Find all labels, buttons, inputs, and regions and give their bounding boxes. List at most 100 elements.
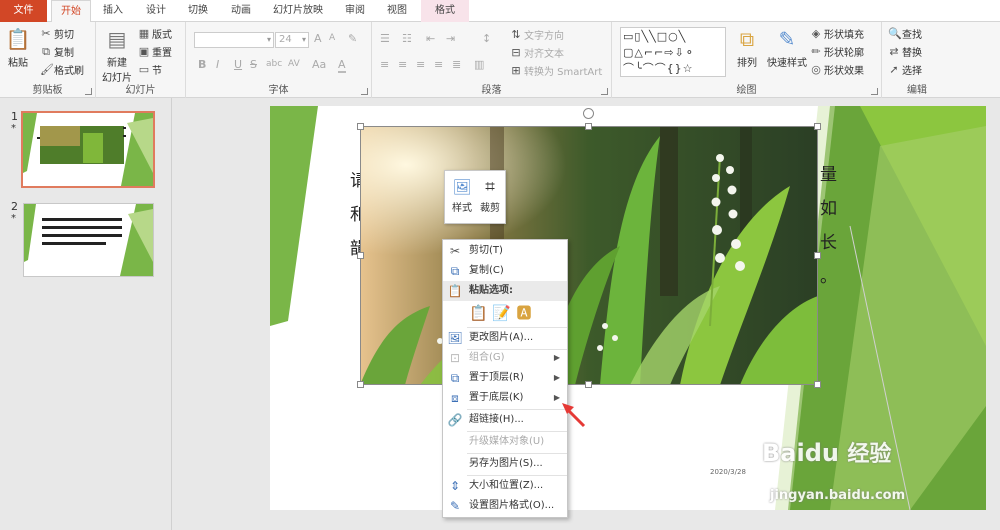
replace-icon: ⇄ <box>889 44 899 58</box>
font-name-combo[interactable]: ▾ <box>194 32 274 48</box>
align-center-icon[interactable]: ≡ <box>398 58 407 71</box>
cut-button[interactable]: ✂ 剪切 <box>40 26 74 41</box>
strikethrough-button[interactable]: S <box>250 58 257 71</box>
distribute-icon[interactable]: ≣ <box>452 58 461 71</box>
find-button[interactable]: 🔍 查找 <box>888 26 922 41</box>
bold-button[interactable]: B <box>198 58 206 71</box>
menu-format-picture[interactable]: ✎ 设置图片格式(O)... <box>443 496 567 516</box>
paste-keep-source-icon[interactable]: 📋 <box>469 303 488 323</box>
tab-design[interactable]: 设计 <box>136 0 176 22</box>
font-launcher[interactable] <box>361 88 368 95</box>
slide-date: 2020/3/28 <box>710 468 746 476</box>
menu-cut[interactable]: ✂ 剪切(T) <box>443 241 567 261</box>
menu-size-position[interactable]: ⇕ 大小和位置(Z)... <box>443 476 567 496</box>
italic-button[interactable]: I <box>216 58 219 71</box>
shrink-font-button[interactable]: A <box>329 33 335 43</box>
shapes-gallery[interactable]: ▭▯╲╲□○╲ ▢△⌐⌐⇨⇩⚬ ⌒╰⌒⌒{}☆ <box>620 27 726 77</box>
reset-button[interactable]: ▣ 重置 <box>138 44 172 59</box>
text-direction-button[interactable]: ⇅ 文字方向 <box>510 27 564 42</box>
bullets-icon[interactable]: ☰ <box>380 32 390 45</box>
tab-home[interactable]: 开始 <box>51 0 91 23</box>
slide-thumbnail-2[interactable] <box>23 203 154 277</box>
grow-font-button[interactable]: A <box>314 32 322 45</box>
font-color-button[interactable]: A <box>338 58 346 73</box>
resize-handle-s[interactable] <box>585 381 592 388</box>
chevron-down-icon: ▾ <box>301 35 306 44</box>
tab-review[interactable]: 审阅 <box>335 0 375 22</box>
menu-group[interactable]: ⊡ 组合(G) ▶ <box>443 348 567 368</box>
menu-send-to-back[interactable]: ⧈ 置于底层(K) ▶ <box>443 388 567 408</box>
smartart-icon: ⊞ <box>511 63 521 77</box>
resize-handle-nw[interactable] <box>357 123 364 130</box>
rotate-handle[interactable] <box>583 108 594 119</box>
paragraph-launcher[interactable] <box>601 88 608 95</box>
clipboard-launcher[interactable] <box>85 88 92 95</box>
paste-button[interactable]: 📋 粘贴 <box>3 26 33 69</box>
tab-file[interactable]: 文件 <box>0 0 47 22</box>
arrange-button[interactable]: ⧉ 排列 <box>732 26 762 69</box>
pen-icon: ✏ <box>811 44 821 58</box>
menu-change-picture[interactable]: 🖼 更改图片(A)... <box>443 328 567 348</box>
decrease-indent-icon[interactable]: ⇤ <box>426 32 435 45</box>
mini-crop-button[interactable]: ⌗ 裁剪 <box>476 175 504 214</box>
char-spacing-button[interactable]: AV <box>288 59 300 69</box>
shape-effects-button[interactable]: ◎ 形状效果 <box>810 62 864 77</box>
numbering-icon[interactable]: ☷ <box>402 32 412 45</box>
replace-button[interactable]: ⇄ 替换 <box>888 44 922 59</box>
shadow-button[interactable]: abc <box>266 59 282 69</box>
justify-icon[interactable]: ≡ <box>434 58 443 71</box>
drawing-launcher[interactable] <box>871 88 878 95</box>
align-text-button[interactable]: ⊟ 对齐文本 <box>510 45 564 60</box>
slide-thumbnail-1[interactable] <box>21 111 155 188</box>
shape-outline-button[interactable]: ✏ 形状轮廓 <box>810 44 864 59</box>
picture-style-icon: 🖼 <box>452 178 472 196</box>
increase-indent-icon[interactable]: ⇥ <box>446 32 455 45</box>
tab-view[interactable]: 视图 <box>377 0 417 22</box>
align-left-icon[interactable]: ≡ <box>380 58 389 71</box>
slide-2-preview <box>24 204 153 276</box>
resize-handle-sw[interactable] <box>357 381 364 388</box>
new-slide-button[interactable]: ▤ 新建 幻灯片 <box>100 26 134 84</box>
section-icon: ▭ <box>138 62 150 76</box>
layout-button[interactable]: ▦ 版式 <box>138 26 172 41</box>
paste-text-only-icon[interactable]: 🅰 <box>515 303 533 323</box>
search-icon: 🔍 <box>888 26 902 40</box>
change-case-button[interactable]: Aa <box>312 58 326 71</box>
slide-thumbnails-pane: 1 * 2 * <box>0 98 172 530</box>
tab-transitions[interactable]: 切换 <box>178 0 218 22</box>
clear-format-icon[interactable]: ✎ <box>348 32 357 45</box>
quick-styles-button[interactable]: ✎ 快速样式 <box>764 26 810 69</box>
menu-copy[interactable]: ⧉ 复制(C) <box>443 261 567 281</box>
mini-style-button[interactable]: 🖼 样式 <box>448 175 476 214</box>
size-position-icon: ⇕ <box>449 479 461 493</box>
select-button[interactable]: ➚ 选择 <box>888 62 922 77</box>
copy-button[interactable]: ⧉ 复制 <box>40 44 74 59</box>
resize-handle-e[interactable] <box>814 252 821 259</box>
group-icon: ⊡ <box>449 351 461 365</box>
line-spacing-icon[interactable]: ↕ <box>482 32 491 45</box>
tab-format[interactable]: 格式 <box>421 0 469 22</box>
menu-upgrade-media[interactable]: 升级媒体对象(U) <box>443 432 567 452</box>
font-size-combo[interactable]: 24 ▾ <box>275 32 309 48</box>
menu-save-as-picture[interactable]: 另存为图片(S)... <box>443 454 567 474</box>
tab-insert[interactable]: 插入 <box>93 0 133 22</box>
resize-handle-se[interactable] <box>814 381 821 388</box>
tab-animations[interactable]: 动画 <box>221 0 261 22</box>
menu-bring-front-label: 置于顶层(R) <box>469 372 524 383</box>
underline-button[interactable]: U <box>234 58 242 71</box>
resize-handle-w[interactable] <box>357 252 364 259</box>
format-painter-button[interactable]: 🖌 格式刷 <box>40 62 84 77</box>
group-font: ▾ 24 ▾ A A ✎ B I U S abc AV Aa A 字体 <box>186 22 372 98</box>
resize-handle-ne[interactable] <box>814 123 821 130</box>
menu-bring-to-front[interactable]: ⧉ 置于顶层(R) ▶ <box>443 368 567 388</box>
paste-picture-icon[interactable]: 📝 <box>492 303 511 323</box>
section-button[interactable]: ▭ 节 <box>138 62 162 77</box>
tab-slideshow[interactable]: 幻灯片放映 <box>264 0 332 22</box>
link-icon: 🔗 <box>447 413 463 427</box>
align-right-icon[interactable]: ≡ <box>416 58 425 71</box>
smartart-button[interactable]: ⊞ 转换为 SmartArt <box>510 63 602 78</box>
columns-icon[interactable]: ▥ <box>474 58 484 71</box>
shape-fill-button[interactable]: ◈ 形状填充 <box>810 26 864 41</box>
menu-hyperlink[interactable]: 🔗 超链接(H)... <box>443 410 567 430</box>
resize-handle-n[interactable] <box>585 123 592 130</box>
